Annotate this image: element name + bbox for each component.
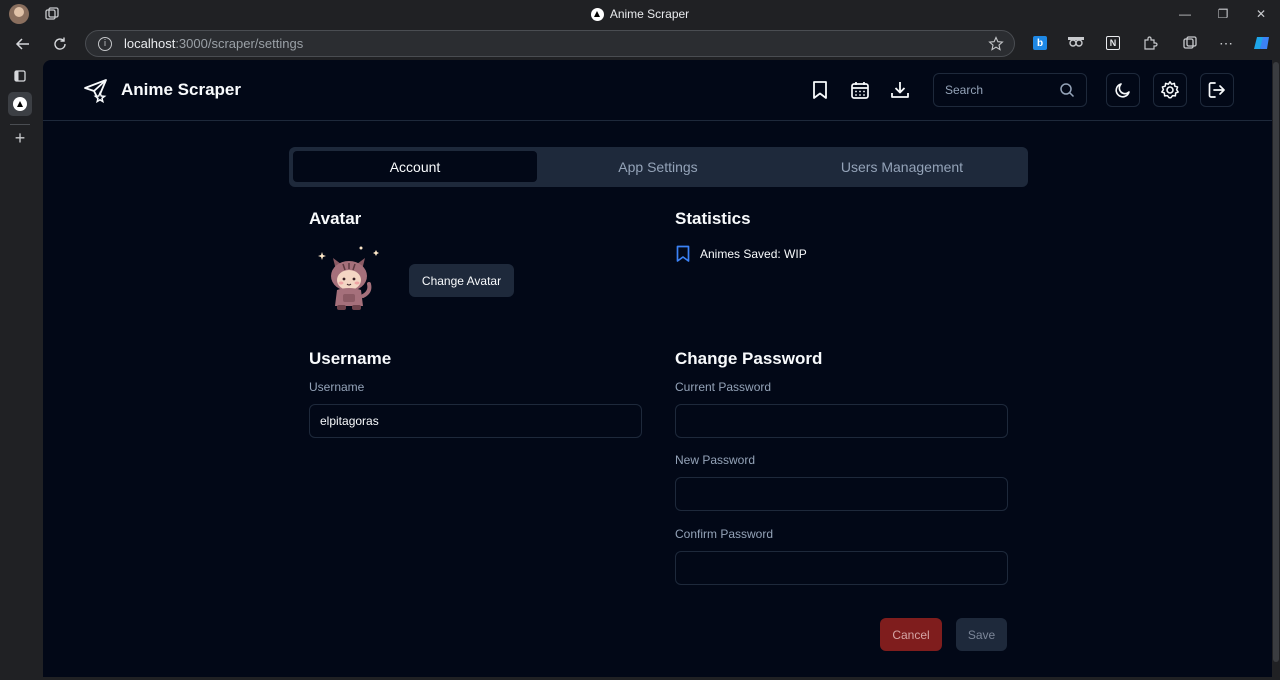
copilot-icon[interactable] (1252, 33, 1272, 53)
settings-tabs: Account App Settings Users Management (289, 147, 1028, 187)
browser-title-bar: Anime Scraper — ❐ ✕ (0, 0, 1280, 28)
moon-icon (1115, 83, 1130, 98)
confirm-password-field[interactable] (675, 551, 1008, 585)
new-password-field[interactable] (675, 477, 1008, 511)
bing-extension-icon[interactable]: b (1030, 33, 1050, 53)
window-title: Anime Scraper (0, 0, 1280, 28)
window-title-text: Anime Scraper (609, 7, 690, 21)
search-input[interactable] (945, 83, 1055, 97)
animes-saved-text: Animes Saved: WIP (700, 247, 807, 261)
more-options-icon[interactable]: ⋯ (1216, 33, 1236, 53)
confirm-password-label: Confirm Password (675, 527, 774, 541)
notion-extension-icon[interactable]: N (1103, 33, 1123, 53)
current-password-field[interactable] (675, 404, 1008, 438)
url-text: localhost:3000/scraper/settings (124, 36, 304, 51)
stat-animes-saved: Animes Saved: WIP (675, 245, 807, 263)
settings-button[interactable] (1153, 73, 1187, 107)
bookmark-stat-icon (676, 245, 690, 262)
search-box (933, 73, 1087, 107)
gear-icon (1161, 81, 1179, 99)
brand[interactable]: Anime Scraper (83, 77, 241, 103)
address-bar[interactable]: i localhost:3000/scraper/settings (85, 30, 1015, 57)
tab-app-settings[interactable]: App Settings (536, 151, 780, 182)
download-icon[interactable] (884, 74, 916, 106)
tab-actions-icon[interactable] (8, 64, 32, 88)
logout-icon (1208, 82, 1225, 98)
browser-nav-bar: i localhost:3000/scraper/settings (0, 28, 1280, 60)
username-label: Username (309, 380, 365, 394)
change-password-heading: Change Password (675, 349, 823, 368)
scrollbar-thumb[interactable] (1273, 62, 1279, 662)
statistics-heading: Statistics (675, 209, 751, 228)
current-password-label: Current Password (675, 380, 772, 394)
minimize-icon[interactable]: — (1166, 0, 1204, 28)
tab-users-management[interactable]: Users Management (780, 151, 1024, 182)
logout-button[interactable] (1200, 73, 1234, 107)
theme-toggle-button[interactable] (1106, 73, 1140, 107)
extensions-puzzle-icon[interactable] (1140, 33, 1160, 53)
maximize-icon[interactable]: ❐ (1204, 0, 1242, 28)
tampermonkey-extension-icon[interactable] (1066, 33, 1086, 53)
username-heading: Username (309, 349, 392, 368)
new-tab-plus-icon[interactable]: + (8, 126, 32, 150)
brand-name: Anime Scraper (121, 80, 241, 99)
avatar-image (318, 246, 379, 310)
site-info-icon[interactable]: i (98, 36, 112, 51)
tab-account[interactable]: Account (293, 151, 537, 182)
calendar-icon[interactable] (844, 74, 876, 106)
close-icon[interactable]: ✕ (1242, 0, 1280, 28)
back-icon[interactable] (11, 32, 35, 56)
window-controls: — ❐ ✕ (1166, 0, 1280, 28)
web-page: Anime Scraper Account App Settings Users… (43, 60, 1272, 677)
active-tab-favicon[interactable] (8, 92, 32, 116)
vertical-tabs-rail: + (0, 60, 40, 680)
reload-icon[interactable] (48, 32, 72, 56)
change-avatar-button[interactable]: Change Avatar (409, 264, 514, 297)
cancel-button[interactable]: Cancel (880, 618, 942, 651)
search-icon[interactable] (1059, 82, 1075, 98)
page-scrollbar[interactable] (1272, 60, 1280, 680)
bookmark-icon[interactable] (804, 74, 836, 106)
save-button[interactable]: Save (956, 618, 1007, 651)
app-header: Anime Scraper (43, 60, 1272, 121)
collections-icon[interactable] (1180, 33, 1200, 53)
favorite-star-icon[interactable] (988, 36, 1004, 52)
username-field[interactable] (309, 404, 642, 438)
new-password-label: New Password (675, 453, 756, 467)
logo-paper-plane-star-icon (84, 79, 107, 103)
avatar-heading: Avatar (309, 209, 362, 228)
app-favicon-icon (590, 7, 604, 21)
